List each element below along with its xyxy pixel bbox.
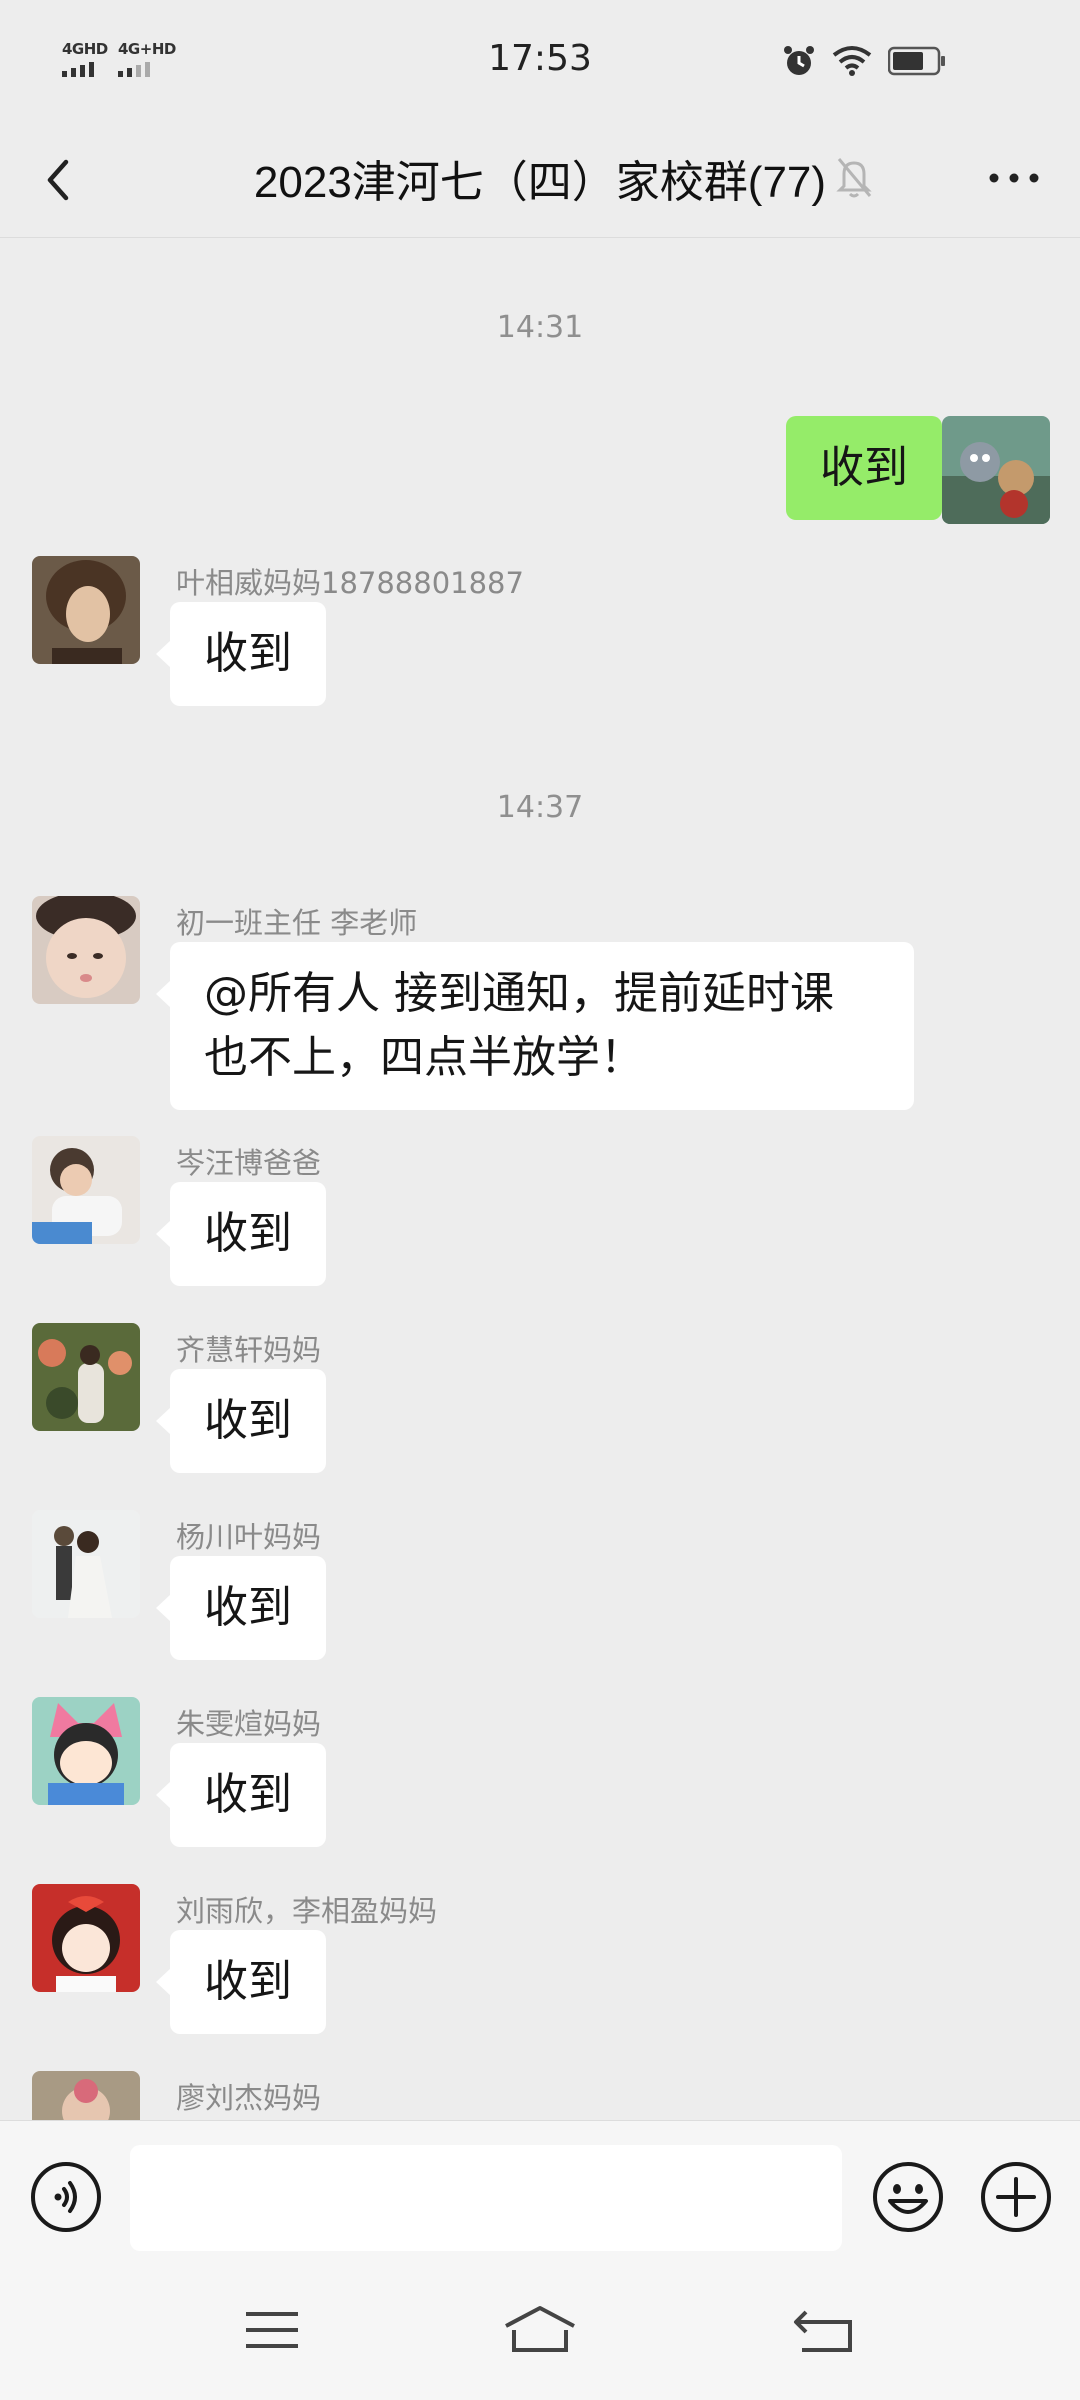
- message-bubble[interactable]: 收到: [156, 1182, 326, 1286]
- message-mine: 收到: [0, 416, 1080, 526]
- message-bubble[interactable]: 收到: [156, 602, 326, 706]
- avatar[interactable]: [32, 1884, 140, 1992]
- avatar[interactable]: [32, 896, 140, 1004]
- sender-name: 初一班主任 李老师: [176, 906, 418, 940]
- mute-bell-icon: [836, 158, 872, 198]
- message-input[interactable]: [130, 2145, 842, 2251]
- chat-header: 2023津河七（四）家校群(77): [0, 120, 1080, 238]
- avatar[interactable]: [32, 1697, 140, 1805]
- message-bubble[interactable]: 收到: [156, 1369, 326, 1473]
- more-icon[interactable]: [984, 158, 1044, 198]
- message-item: 岑汪博爸爸 收到: [0, 1136, 1080, 1306]
- wifi-icon: [832, 46, 872, 76]
- sender-name: 朱雯煊妈妈: [176, 1707, 322, 1741]
- plus-icon[interactable]: [980, 2161, 1052, 2233]
- avatar[interactable]: [32, 556, 140, 664]
- status-icons: [782, 44, 946, 78]
- message-bubble[interactable]: 收到: [786, 416, 956, 520]
- emoji-icon[interactable]: [872, 2161, 944, 2233]
- avatar[interactable]: [32, 1510, 140, 1618]
- menu-icon[interactable]: [232, 2300, 312, 2360]
- message-text-line: 也不上，四点半放学！: [204, 1031, 644, 1083]
- status-bar: 4GHD 4G+HD 17:53: [0, 0, 1080, 120]
- back-nav-icon[interactable]: [784, 2300, 864, 2360]
- message-bubble[interactable]: @所有人 接到通知，提前延时课 也不上，四点半放学！: [156, 942, 914, 1110]
- message-item: 叶相威妈妈18788801887 收到: [0, 556, 1080, 726]
- message-item: 刘雨欣，李相盈妈妈 收到: [0, 1884, 1080, 2054]
- battery-icon: [888, 46, 945, 76]
- alarm-icon: [784, 46, 814, 75]
- group-title[interactable]: 2023津河七（四）家校群(77): [0, 146, 1080, 210]
- avatar[interactable]: [32, 1323, 140, 1431]
- timestamp: 14:37: [496, 790, 584, 825]
- message-bubble[interactable]: 收到: [156, 1556, 326, 1660]
- sender-name: 杨川叶妈妈: [176, 1520, 322, 1554]
- sender-name: 岑汪博爸爸: [176, 1146, 322, 1180]
- message-item: 杨川叶妈妈 收到: [0, 1510, 1080, 1680]
- sender-name: 刘雨欣，李相盈妈妈: [176, 1894, 438, 1928]
- message-item: 初一班主任 李老师 @所有人 接到通知，提前延时课 也不上，四点半放学！: [0, 896, 1080, 1116]
- home-icon[interactable]: [500, 2300, 580, 2360]
- message-item: 朱雯煊妈妈 收到: [0, 1697, 1080, 1867]
- timestamp: 14:31: [496, 310, 584, 345]
- message-list[interactable]: 14:31 收到 叶相威妈妈18788801887 收到 14:37 初一班主任…: [0, 238, 1080, 2120]
- message-bubble[interactable]: 收到: [156, 1930, 326, 2034]
- message-bubble[interactable]: 收到: [156, 1743, 326, 1847]
- system-nav-bar: [0, 2270, 1080, 2400]
- avatar[interactable]: [32, 1136, 140, 1244]
- sender-name: 廖刘杰妈妈: [176, 2081, 322, 2115]
- sender-name: 叶相威妈妈18788801887: [176, 566, 524, 600]
- avatar-self[interactable]: [942, 416, 1050, 524]
- voice-icon[interactable]: [30, 2161, 102, 2233]
- avatar[interactable]: [32, 2071, 140, 2120]
- sender-name: 齐慧轩妈妈: [176, 1333, 322, 1367]
- message-text-line: @所有人 接到通知，提前延时课: [204, 968, 834, 1019]
- message-item: 廖刘杰妈妈: [0, 2071, 1080, 2120]
- input-bar: [0, 2120, 1080, 2270]
- message-item: 齐慧轩妈妈 收到: [0, 1323, 1080, 1493]
